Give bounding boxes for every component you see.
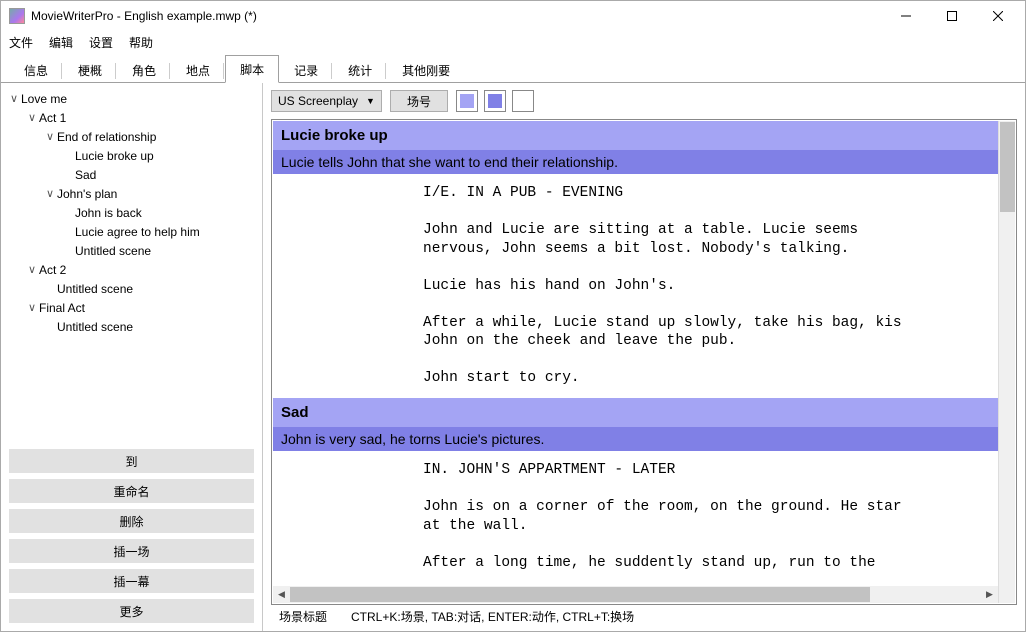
menu-settings[interactable]: 设置	[89, 34, 113, 51]
scene-tree[interactable]: ∨Love me ∨Act 1 ∨End of relationship Luc…	[1, 87, 262, 449]
tree-untitled3[interactable]: Untitled scene	[57, 319, 133, 335]
tab-outline[interactable]: 梗概	[63, 56, 117, 83]
scene1-title[interactable]: Lucie broke up	[273, 121, 998, 150]
main-window: MovieWriterPro - English example.mwp (*)…	[0, 0, 1026, 632]
tab-roles[interactable]: 角色	[117, 56, 171, 83]
insert-scene-button[interactable]: 插一场	[9, 539, 254, 563]
goto-button[interactable]: 到	[9, 449, 254, 473]
tree-buttons: 到 重命名 删除 插一场 插一幕 更多	[1, 449, 262, 631]
scene-tree-pane: ∨Love me ∨Act 1 ∨End of relationship Luc…	[1, 83, 263, 631]
tree-johns-plan[interactable]: John's plan	[57, 186, 117, 202]
menu-bar: 文件 编辑 设置 帮助	[1, 31, 1025, 53]
scroll-right-icon[interactable]: ▶	[981, 586, 998, 603]
more-button[interactable]: 更多	[9, 599, 254, 623]
tree-act1[interactable]: Act 1	[39, 110, 66, 126]
editor-toolbar: US Screenplay ▼ 场号	[271, 87, 1017, 115]
tree-untitled2[interactable]: Untitled scene	[57, 281, 133, 297]
status-mode: 场景标题	[279, 608, 327, 625]
chevron-down-icon: ▼	[366, 96, 375, 106]
tree-lucie-agree[interactable]: Lucie agree to help him	[75, 224, 200, 240]
vscroll-thumb[interactable]	[1000, 122, 1015, 212]
menu-file[interactable]: 文件	[9, 34, 33, 51]
app-icon	[9, 8, 25, 24]
tree-lucie-broke[interactable]: Lucie broke up	[75, 148, 154, 164]
minimize-button[interactable]	[883, 1, 929, 31]
close-button[interactable]	[975, 1, 1021, 31]
tab-bar: 信息 梗概 角色 地点 脚本 记录 统计 其他刚要	[1, 53, 1025, 83]
status-hints: CTRL+K:场景, TAB:对话, ENTER:动作, CTRL+T:换场	[351, 608, 634, 625]
scene2-body[interactable]: IN. JOHN'S APPARTMENT - LATER John is on…	[273, 451, 998, 582]
tab-script[interactable]: 脚本	[225, 55, 279, 83]
editor-pane: US Screenplay ▼ 场号 Lucie broke up Lucie …	[263, 83, 1025, 631]
tree-root[interactable]: Love me	[21, 91, 67, 107]
editor-frame: Lucie broke up Lucie tells John that she…	[271, 119, 1017, 605]
status-bar: 场景标题 CTRL+K:场景, TAB:对话, ENTER:动作, CTRL+T…	[271, 605, 1017, 627]
editor-content[interactable]: Lucie broke up Lucie tells John that she…	[273, 121, 998, 603]
scene-number-button[interactable]: 场号	[390, 90, 448, 112]
horizontal-scrollbar[interactable]: ◀ ▶	[273, 586, 998, 603]
title-bar: MovieWriterPro - English example.mwp (*)	[1, 1, 1025, 31]
hscroll-thumb[interactable]	[290, 587, 870, 602]
window-controls	[883, 1, 1021, 31]
swatch-mid[interactable]	[484, 90, 506, 112]
tab-places[interactable]: 地点	[171, 56, 225, 83]
tree-final-act[interactable]: Final Act	[39, 300, 85, 316]
window-title: MovieWriterPro - English example.mwp (*)	[31, 9, 883, 23]
tree-sad[interactable]: Sad	[75, 167, 96, 183]
color-swatches	[456, 90, 534, 112]
tree-john-back[interactable]: John is back	[75, 205, 142, 221]
swatch-light[interactable]	[456, 90, 478, 112]
tree-untitled1[interactable]: Untitled scene	[75, 243, 151, 259]
main-area: ∨Love me ∨Act 1 ∨End of relationship Luc…	[1, 83, 1025, 631]
vertical-scrollbar[interactable]	[998, 121, 1015, 603]
format-dropdown[interactable]: US Screenplay ▼	[271, 90, 382, 112]
tab-stats[interactable]: 统计	[333, 56, 387, 83]
swatch-white[interactable]	[512, 90, 534, 112]
scene1-desc[interactable]: Lucie tells John that she want to end th…	[273, 150, 998, 174]
delete-button[interactable]: 删除	[9, 509, 254, 533]
scene1-body[interactable]: I/E. IN A PUB - EVENING John and Lucie a…	[273, 174, 998, 398]
scene2-title[interactable]: Sad	[273, 398, 998, 427]
tab-records[interactable]: 记录	[279, 56, 333, 83]
menu-help[interactable]: 帮助	[129, 34, 153, 51]
tree-act2[interactable]: Act 2	[39, 262, 66, 278]
editor-viewport: Lucie broke up Lucie tells John that she…	[273, 121, 998, 603]
insert-act-button[interactable]: 插一幕	[9, 569, 254, 593]
scroll-left-icon[interactable]: ◀	[273, 586, 290, 603]
scene2-desc[interactable]: John is very sad, he torns Lucie's pictu…	[273, 427, 998, 451]
tab-info[interactable]: 信息	[9, 56, 63, 83]
tree-end-rel[interactable]: End of relationship	[57, 129, 156, 145]
tab-other[interactable]: 其他刚要	[387, 56, 465, 83]
maximize-button[interactable]	[929, 1, 975, 31]
menu-edit[interactable]: 编辑	[49, 34, 73, 51]
rename-button[interactable]: 重命名	[9, 479, 254, 503]
